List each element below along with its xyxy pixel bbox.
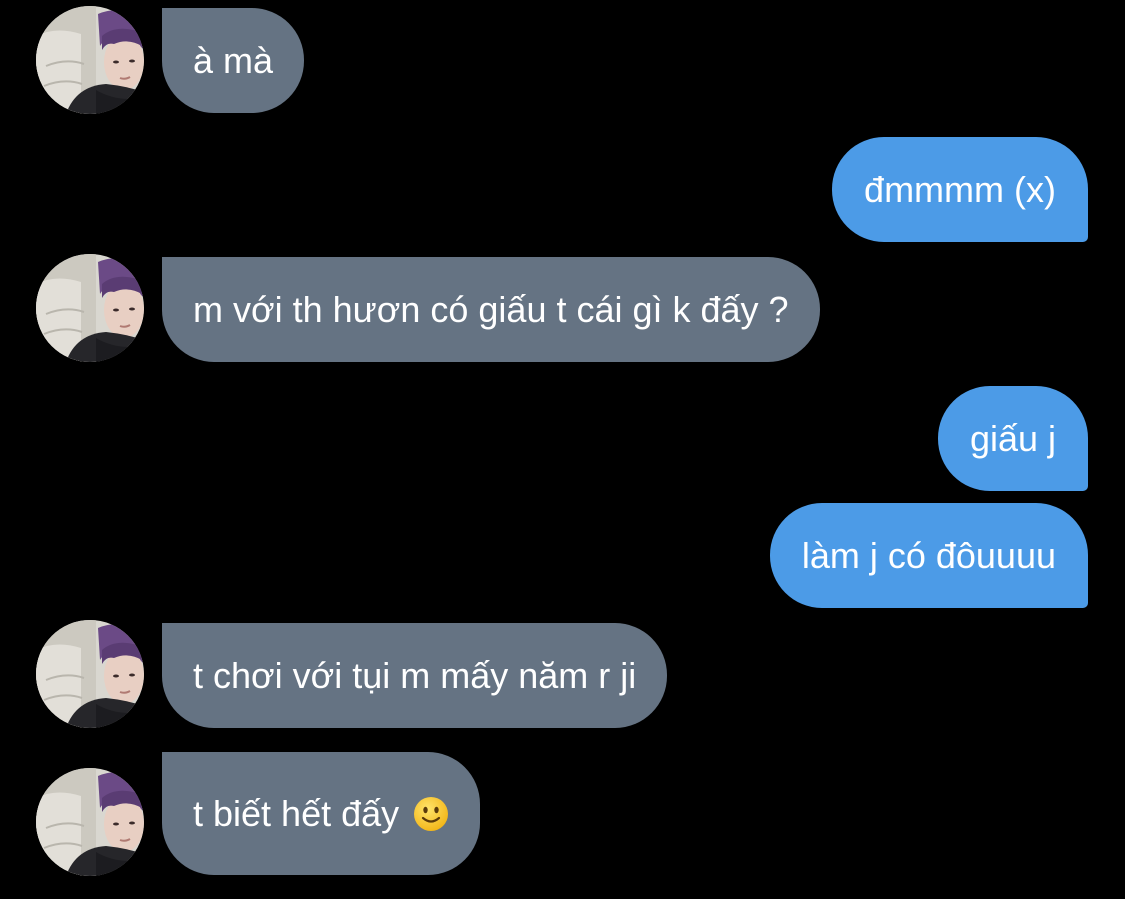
message-bubble-incoming[interactable]: à mà bbox=[162, 8, 305, 113]
message-bubble-outgoing[interactable]: làm j có đôuuuu bbox=[769, 503, 1088, 608]
message-text: t chơi với tụi m mấy năm r ji bbox=[193, 654, 637, 696]
message-bubble-incoming[interactable]: m với th hươn có giấu t cái gì k đấy ? bbox=[162, 257, 820, 362]
message-bubble-incoming[interactable]: t chơi với tụi m mấy năm r ji bbox=[162, 623, 668, 728]
avatar[interactable] bbox=[36, 6, 144, 114]
message-bubble-outgoing[interactable]: giấu j bbox=[937, 386, 1088, 491]
message-text: làm j có đôuuuu bbox=[801, 534, 1056, 576]
message-text: t biết hết đấy bbox=[193, 792, 400, 834]
message-text: m với th hươn có giấu t cái gì k đấy ? bbox=[193, 288, 789, 330]
avatar[interactable] bbox=[36, 768, 144, 876]
message-bubble-outgoing[interactable]: đmmmm (x) bbox=[832, 137, 1088, 242]
slightly-smiling-face-icon bbox=[413, 796, 449, 832]
message-text: à mà bbox=[193, 39, 274, 81]
message-bubble-incoming[interactable]: t biết hết đấy bbox=[162, 752, 481, 875]
avatar[interactable] bbox=[36, 620, 144, 728]
message-text: đmmmm (x) bbox=[864, 168, 1056, 210]
message-text: giấu j bbox=[969, 417, 1056, 459]
avatar[interactable] bbox=[36, 254, 144, 362]
